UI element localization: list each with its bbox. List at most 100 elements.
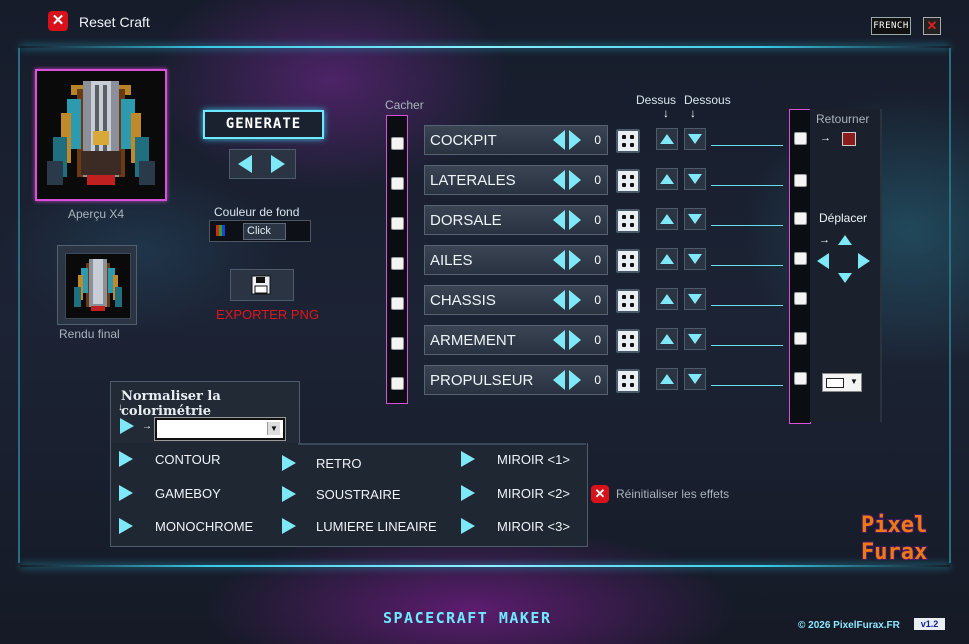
bottom-frame-line [20,565,950,567]
right-checkbox-dorsale[interactable] [794,212,807,225]
return-toggle[interactable] [842,132,856,146]
layer-below-button[interactable] [684,248,706,270]
layer-line [711,225,783,226]
export-png-label[interactable]: EXPORTER PNG [216,307,319,322]
randomize-dice-icon[interactable] [616,249,640,273]
arrow-up-icon [660,214,674,224]
effect-apply-icon[interactable] [282,518,296,534]
part-next-icon[interactable] [569,210,581,230]
part-next-icon[interactable] [569,250,581,270]
copyright[interactable]: © 2026 PixelFurax.FR [798,620,900,631]
hide-checkbox-armement[interactable] [391,337,404,350]
part-value: 0 [594,213,601,227]
background-color-value[interactable]: Click [243,223,286,240]
randomize-dice-icon[interactable] [616,169,640,193]
background-color-picker[interactable]: Click [209,220,311,242]
move-up-icon[interactable] [838,235,852,245]
move-right-icon[interactable] [858,253,870,269]
randomize-dice-icon[interactable] [616,369,640,393]
layer-above-button[interactable] [656,208,678,230]
normalize-apply-icon[interactable] [120,418,134,434]
effect-apply-icon[interactable] [461,451,475,467]
close-icon[interactable]: ✕ [923,17,941,35]
part-prev-icon[interactable] [553,210,565,230]
normalize-select[interactable]: ▼ [155,418,285,440]
right-checkbox-armement[interactable] [794,332,807,345]
layer-below-button[interactable] [684,128,706,150]
part-next-icon[interactable] [569,170,581,190]
layer-below-button[interactable] [684,288,706,310]
effect-apply-icon[interactable] [119,451,133,467]
arrow-up-icon [660,374,674,384]
save-button[interactable] [230,269,294,301]
effect-apply-icon[interactable] [282,455,296,471]
part-prev-icon[interactable] [553,370,565,390]
reset-effects-icon[interactable]: ✕ [591,485,609,503]
part-row-cockpit: COCKPIT 0 [424,125,608,155]
hide-checkbox-laterales[interactable] [391,177,404,190]
language-button[interactable]: FRENCH [871,17,911,35]
below-arrow-icon: ↓ [690,106,696,120]
part-next-icon[interactable] [569,130,581,150]
reset-effects-label[interactable]: Réinitialiser les effets [616,487,729,501]
randomize-dice-icon[interactable] [616,129,640,153]
layer-below-button[interactable] [684,328,706,350]
part-prev-icon[interactable] [553,330,565,350]
arrow-down-icon [688,214,702,224]
layer-above-button[interactable] [656,328,678,350]
hide-checkbox-chassis[interactable] [391,297,404,310]
randomize-dice-icon[interactable] [616,289,640,313]
next-icon[interactable] [271,155,285,173]
effect-apply-icon[interactable] [461,518,475,534]
part-prev-icon[interactable] [553,170,565,190]
part-prev-icon[interactable] [553,130,565,150]
effect-apply-icon[interactable] [119,485,133,501]
reset-close-icon[interactable]: ✕ [48,11,68,31]
part-prev-icon[interactable] [553,290,565,310]
randomize-dice-icon[interactable] [616,329,640,353]
right-checkbox-ailes[interactable] [794,252,807,265]
move-down-icon[interactable] [838,273,852,283]
layer-below-button[interactable] [684,208,706,230]
move-left-icon[interactable] [817,253,829,269]
right-checkbox-cockpit[interactable] [794,132,807,145]
layer-below-button[interactable] [684,168,706,190]
layer-below-button[interactable] [684,368,706,390]
effect-apply-icon[interactable] [461,485,475,501]
effect-apply-icon[interactable] [119,518,133,534]
part-value: 0 [594,373,601,387]
randomize-dice-icon[interactable] [616,209,640,233]
normalize-down-arrow-icon: ↓ [118,402,123,413]
right-checkbox-chassis[interactable] [794,292,807,305]
hide-checkbox-dorsale[interactable] [391,217,404,230]
part-prev-icon[interactable] [553,250,565,270]
hide-checkbox-ailes[interactable] [391,257,404,270]
hide-checkbox-propulseur[interactable] [391,377,404,390]
right-checkbox-laterales[interactable] [794,174,807,187]
right-frame-edge [949,48,951,563]
previous-icon[interactable] [238,155,252,173]
layer-above-button[interactable] [656,128,678,150]
part-next-icon[interactable] [569,290,581,310]
hide-checkbox-cockpit[interactable] [391,137,404,150]
right-checkbox-propulseur[interactable] [794,372,807,385]
layer-line [711,385,783,386]
effect-label: MIROIR <1> [497,452,570,467]
dice-dot [630,215,634,219]
layer-color-select[interactable]: ▼ [822,373,862,392]
layer-above-button[interactable] [656,288,678,310]
dice-dot [630,135,634,139]
layer-above-button[interactable] [656,368,678,390]
effect-label: MONOCHROME [155,519,254,534]
effect-label: SOUSTRAIRE [316,487,401,502]
part-row-dorsale: DORSALE 0 [424,205,608,235]
layer-line [711,185,783,186]
layer-above-button[interactable] [656,248,678,270]
part-next-icon[interactable] [569,330,581,350]
part-row-ailes: AILES 0 [424,245,608,275]
effect-apply-icon[interactable] [282,486,296,502]
part-next-icon[interactable] [569,370,581,390]
generate-button[interactable]: GENERATE [203,110,324,139]
part-name: DORSALE [430,212,502,229]
layer-above-button[interactable] [656,168,678,190]
